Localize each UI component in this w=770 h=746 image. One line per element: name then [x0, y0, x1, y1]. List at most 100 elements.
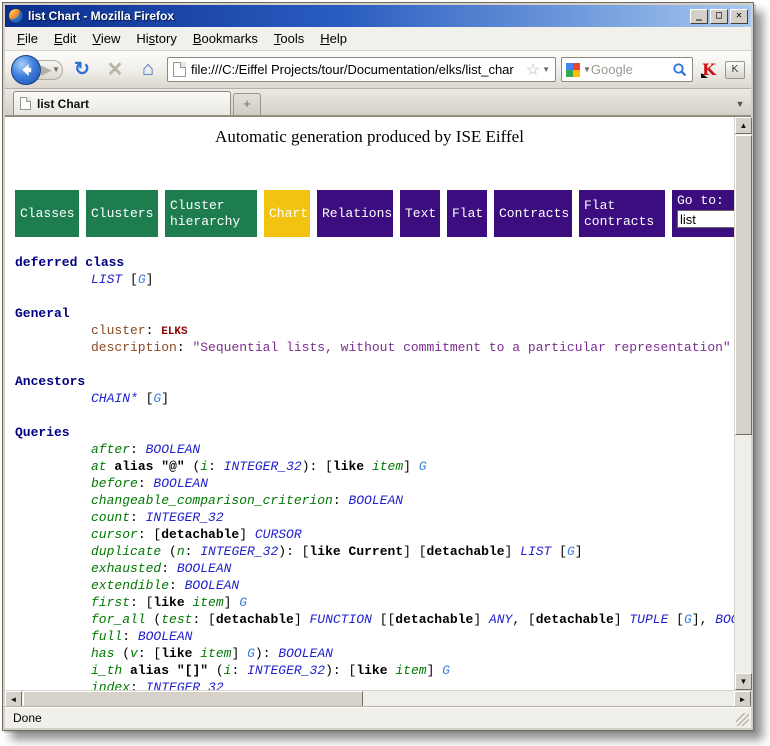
code-segment-feature[interactable]: after: [91, 442, 130, 457]
doc-nav-clusters[interactable]: Clusters: [86, 190, 158, 237]
code-segment-class[interactable]: BOOLEAN: [348, 493, 403, 508]
code-segment-feature[interactable]: before: [91, 476, 138, 491]
code-segment-class[interactable]: FUNCTION: [309, 612, 371, 627]
code-segment-generic[interactable]: G: [239, 595, 247, 610]
home-button[interactable]: ⌂: [134, 58, 162, 81]
doc-nav-flat[interactable]: Flat: [447, 190, 487, 237]
menu-bookmarks[interactable]: Bookmarks: [185, 28, 266, 49]
scroll-left-icon[interactable]: ◄: [5, 691, 22, 708]
scroll-down-icon[interactable]: ▼: [735, 673, 752, 690]
menu-view[interactable]: View: [84, 28, 128, 49]
code-segment-feature[interactable]: item: [372, 459, 403, 474]
code-segment-feature[interactable]: item: [192, 595, 223, 610]
code-segment-feature[interactable]: item: [200, 646, 231, 661]
scroll-up-icon[interactable]: ▲: [735, 117, 752, 134]
url-dropdown-icon[interactable]: ▼: [542, 65, 550, 74]
code-segment-feature[interactable]: for_all: [91, 612, 146, 627]
code-segment-class[interactable]: BOOLEAN: [138, 629, 193, 644]
new-tab-button[interactable]: +: [233, 93, 261, 115]
search-icon[interactable]: [672, 62, 688, 78]
code-segment-generic[interactable]: G: [138, 272, 146, 287]
code-segment-class[interactable]: LIST: [91, 272, 122, 287]
code-segment-class[interactable]: INTEGER_32: [146, 680, 224, 690]
code-segment-feature[interactable]: i: [200, 459, 208, 474]
code-segment-heading: Ancestors: [15, 374, 85, 389]
stop-button[interactable]: ✕: [101, 57, 129, 82]
code-segment-feature[interactable]: cursor: [91, 527, 138, 542]
menu-history[interactable]: History: [128, 28, 184, 49]
code-segment-class[interactable]: INTEGER_32: [200, 544, 278, 559]
menu-tools[interactable]: Tools: [266, 28, 312, 49]
code-segment-feature[interactable]: i_th: [91, 663, 122, 678]
search-engine-dropdown-icon[interactable]: ▼: [583, 65, 591, 74]
menu-edit[interactable]: Edit: [46, 28, 84, 49]
goto-input[interactable]: [677, 210, 734, 228]
doc-nav-text[interactable]: Text: [400, 190, 440, 237]
code-segment-class[interactable]: CHAIN*: [91, 391, 138, 406]
code-segment-feature[interactable]: duplicate: [91, 544, 161, 559]
code-segment-feature[interactable]: exhausted: [91, 561, 161, 576]
bookmark-star-icon[interactable]: ☆: [526, 60, 540, 80]
code-segment-class[interactable]: BOOLEAN: [278, 646, 333, 661]
vertical-scroll-thumb[interactable]: [735, 135, 752, 435]
code-segment-feature[interactable]: changeable_comparison_criterion: [91, 493, 333, 508]
code-segment-generic[interactable]: G: [442, 663, 450, 678]
kaspersky-icon[interactable]: K: [698, 60, 720, 79]
horizontal-scroll-thumb[interactable]: [23, 691, 363, 708]
minimize-button[interactable]: _: [690, 9, 708, 24]
doc-nav-relations[interactable]: Relations: [317, 190, 393, 237]
code-segment-class[interactable]: BOOLEAN: [715, 612, 734, 627]
search-bar[interactable]: ▼ Google: [561, 57, 693, 82]
k-extension-button[interactable]: K: [725, 61, 745, 79]
scroll-right-icon[interactable]: ►: [734, 691, 751, 708]
code-segment-feature[interactable]: full: [91, 629, 122, 644]
code-segment-generic[interactable]: G: [567, 544, 575, 559]
code-segment-class[interactable]: INTEGER_32: [224, 459, 302, 474]
search-input[interactable]: Google: [591, 62, 672, 77]
doc-nav-cluster-hierarchy[interactable]: Cluster hierarchy: [165, 190, 257, 237]
code-segment-class[interactable]: INTEGER_32: [247, 663, 325, 678]
doc-nav-chart[interactable]: Chart: [264, 190, 310, 237]
code-segment-feature[interactable]: has: [91, 646, 114, 661]
code-segment-feature[interactable]: test: [161, 612, 192, 627]
code-segment-feature[interactable]: at: [91, 459, 107, 474]
resize-grip[interactable]: [736, 713, 749, 726]
history-dropdown-icon[interactable]: ▼: [52, 65, 60, 74]
menu-file[interactable]: File: [9, 28, 46, 49]
maximize-button[interactable]: □: [710, 9, 728, 24]
url-input[interactable]: file:///C:/Eiffel Projects/tour/Document…: [191, 62, 524, 77]
code-segment-feature[interactable]: first: [91, 595, 130, 610]
reload-button[interactable]: ↻: [68, 58, 96, 81]
doc-nav-classes[interactable]: Classes: [15, 190, 79, 237]
back-button[interactable]: [11, 55, 41, 85]
code-segment-class[interactable]: TUPLE: [629, 612, 668, 627]
code-segment-class[interactable]: BOOLEAN: [185, 578, 240, 593]
doc-nav-contracts[interactable]: Contracts: [494, 190, 572, 237]
code-segment-generic[interactable]: G: [247, 646, 255, 661]
code-segment-feature[interactable]: n: [177, 544, 185, 559]
close-button[interactable]: ✕: [730, 9, 748, 24]
code-segment-class[interactable]: CURSOR: [255, 527, 302, 542]
code-segment-feature[interactable]: count: [91, 510, 130, 525]
code-segment-feature[interactable]: index: [91, 680, 130, 690]
code-segment-generic[interactable]: G: [684, 612, 692, 627]
vertical-scrollbar[interactable]: ▲ ▼: [734, 117, 751, 690]
code-segment-feature[interactable]: extendible: [91, 578, 169, 593]
address-bar[interactable]: file:///C:/Eiffel Projects/tour/Document…: [167, 57, 556, 82]
code-segment-generic[interactable]: G: [419, 459, 427, 474]
code-segment-class[interactable]: BOOLEAN: [177, 561, 232, 576]
list-all-tabs-icon[interactable]: ▼: [731, 93, 749, 115]
code-segment-class[interactable]: BOOLEAN: [146, 442, 201, 457]
code-segment-feature[interactable]: v: [130, 646, 138, 661]
doc-nav-flat-contracts[interactable]: Flat contracts: [579, 190, 665, 237]
code-segment-class[interactable]: BOOLEAN: [153, 476, 208, 491]
code-segment-class[interactable]: INTEGER_32: [146, 510, 224, 525]
code-segment-feature[interactable]: item: [395, 663, 426, 678]
code-segment-class[interactable]: ANY: [489, 612, 512, 627]
code-segment-plain: :: [146, 323, 162, 338]
code-segment-class[interactable]: LIST: [520, 544, 551, 559]
menu-help[interactable]: Help: [312, 28, 355, 49]
horizontal-scrollbar[interactable]: ◄ ►: [5, 690, 751, 707]
tab-list-chart[interactable]: list Chart: [13, 91, 231, 115]
title-bar[interactable]: list Chart - Mozilla Firefox _ □ ✕: [5, 5, 751, 27]
